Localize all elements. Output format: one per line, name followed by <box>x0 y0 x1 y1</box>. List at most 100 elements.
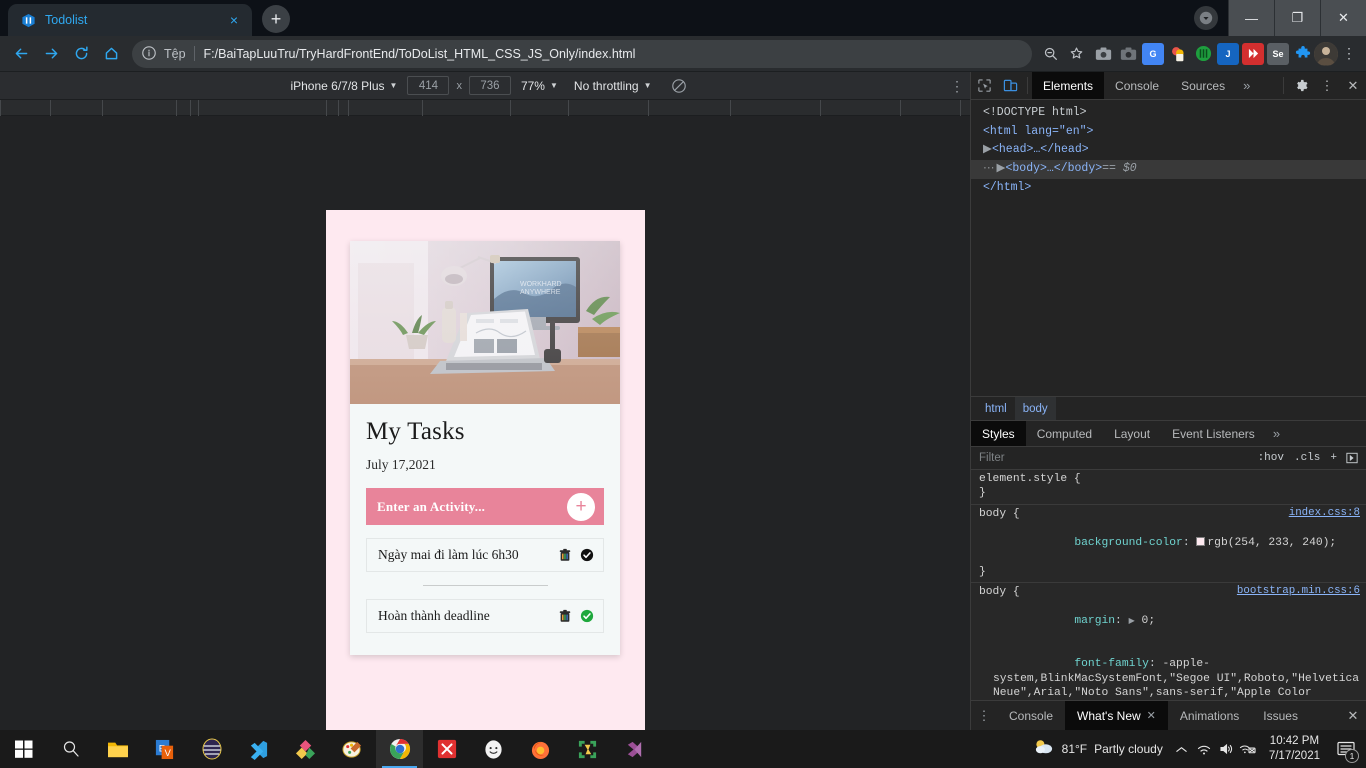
vs-code-icon[interactable] <box>235 730 282 768</box>
rule-source-link[interactable]: index.css:8 <box>1289 507 1360 521</box>
diamond-app-icon[interactable] <box>282 730 329 768</box>
tab-styles[interactable]: Styles <box>971 421 1026 446</box>
expand-arrow-icon[interactable]: ▶ <box>983 142 992 159</box>
firefox-icon[interactable] <box>517 730 564 768</box>
camera-extension-icon[interactable] <box>1117 43 1139 65</box>
task-item[interactable]: Hoàn thành deadline <box>366 599 604 633</box>
check-circle-icon[interactable] <box>579 609 594 624</box>
dom-line-html[interactable]: <html lang="en"> <box>971 123 1366 142</box>
search-icon[interactable] <box>47 730 94 768</box>
drawer-tab-animations[interactable]: Animations <box>1168 701 1251 730</box>
activity-input-row[interactable]: Enter an Activity... + <box>366 488 604 525</box>
task-item[interactable]: Ngày mai đi làm lúc 6h30 <box>366 538 604 572</box>
drawer-tab-issues[interactable]: Issues <box>1251 701 1310 730</box>
style-rule-element[interactable]: element.style { } <box>971 470 1366 505</box>
activity-input[interactable]: Enter an Activity... <box>377 499 485 515</box>
chevron-up-icon[interactable] <box>1171 730 1193 768</box>
cls-button[interactable]: .cls <box>1289 452 1325 464</box>
star-icon[interactable] <box>1064 42 1088 66</box>
file-explorer-icon[interactable] <box>94 730 141 768</box>
tab-console[interactable]: Console <box>1104 72 1170 99</box>
devtools-close-button[interactable]: ✕ <box>1340 72 1366 99</box>
devtools-menu-button[interactable]: ⋮ <box>1314 72 1340 99</box>
office-icon[interactable]: EV <box>141 730 188 768</box>
color-swatch[interactable] <box>1196 536 1206 546</box>
close-icon[interactable]: ✕ <box>1147 709 1156 722</box>
device-toolbar-menu[interactable]: ⋮ <box>950 72 964 100</box>
paint-icon[interactable] <box>329 730 376 768</box>
expand-arrow-icon[interactable]: ▶ <box>1129 617 1135 626</box>
dom-more-icon[interactable]: ⋯ <box>983 162 995 175</box>
inspect-element-icon[interactable] <box>971 72 997 99</box>
trash-icon[interactable] <box>557 548 572 563</box>
device-height-input[interactable]: 736 <box>468 76 511 95</box>
green-extension-icon[interactable] <box>1192 43 1214 65</box>
screenshot-extension-icon[interactable] <box>1092 43 1114 65</box>
notification-icon[interactable]: 1 <box>1330 730 1362 768</box>
drawer-tab-console[interactable]: Console <box>997 701 1065 730</box>
oval-app-icon[interactable] <box>188 730 235 768</box>
red-x-app-icon[interactable] <box>423 730 470 768</box>
wifi-icon[interactable] <box>1193 730 1215 768</box>
selenium-extension-icon[interactable]: Se <box>1267 42 1289 65</box>
device-width-input[interactable]: 414 <box>407 76 450 95</box>
start-button[interactable] <box>0 730 47 768</box>
clock[interactable]: 10:42 PM 7/17/2021 <box>1259 734 1330 764</box>
tab-event-listeners[interactable]: Event Listeners <box>1161 421 1266 446</box>
drawer-tab-whats-new[interactable]: What's New ✕ <box>1065 701 1168 730</box>
info-icon[interactable] <box>141 45 158 62</box>
red-forward-extension-icon[interactable] <box>1242 42 1264 65</box>
zoom-out-icon[interactable] <box>1038 42 1062 66</box>
network-icon[interactable] <box>1237 730 1259 768</box>
dom-line-body[interactable]: ⋯ ▶<body>…</body>== $0 <box>971 160 1366 179</box>
add-task-button[interactable]: + <box>566 491 596 522</box>
browser-tab[interactable]: Todolist × <box>8 4 252 36</box>
toggle-sidebar-icon[interactable] <box>1342 452 1362 464</box>
breadcrumb-item-body[interactable]: body <box>1014 397 1056 420</box>
weather-widget[interactable]: 81°F Partly cloudy <box>1025 738 1171 761</box>
filter-input[interactable]: Filter <box>979 452 1253 464</box>
tab-close-icon[interactable]: × <box>226 12 242 28</box>
toggle-device-toolbar-icon[interactable] <box>997 72 1023 99</box>
visual-studio-icon[interactable] <box>611 730 658 768</box>
google-translate-extension-icon[interactable]: G <box>1142 42 1164 65</box>
home-button[interactable] <box>96 39 126 69</box>
declaration-font-family[interactable]: font-family: -apple-system,BlinkMacSyste… <box>971 643 1366 700</box>
throttling-select[interactable]: No throttling ▼ <box>568 79 658 93</box>
download-indicator[interactable] <box>1184 0 1228 36</box>
gear-icon[interactable] <box>1288 72 1314 99</box>
tab-elements[interactable]: Elements <box>1032 72 1105 99</box>
tab-computed[interactable]: Computed <box>1026 421 1103 446</box>
declaration-background-color[interactable]: background-color: rgb(254, 233, 240); <box>971 521 1366 564</box>
dom-line-html-close[interactable]: </html> <box>971 179 1366 198</box>
rotate-icon[interactable] <box>668 78 690 94</box>
declaration-margin[interactable]: margin: ▶ 0; <box>971 600 1366 643</box>
dom-line-doctype[interactable]: <!DOCTYPE html> <box>971 104 1366 123</box>
back-button[interactable] <box>6 39 36 69</box>
puzzle-extensions-icon[interactable] <box>1292 43 1314 65</box>
chrome-icon[interactable] <box>376 730 423 768</box>
minimize-button[interactable]: — <box>1228 0 1274 36</box>
more-tabs-button[interactable]: » <box>1236 72 1257 99</box>
style-rule-body-index[interactable]: body { index.css:8 background-color: rgb… <box>971 505 1366 584</box>
breadcrumb-item-html[interactable]: html <box>977 397 1015 420</box>
expand-arrow-icon[interactable]: ▶ <box>997 161 1006 178</box>
hov-button[interactable]: :hov <box>1253 452 1289 464</box>
volume-icon[interactable] <box>1215 730 1237 768</box>
new-tab-button[interactable]: + <box>262 5 290 33</box>
reload-button[interactable] <box>66 39 96 69</box>
browser-menu-button[interactable]: ⋮ <box>1338 45 1360 62</box>
tab-sources[interactable]: Sources <box>1170 72 1236 99</box>
more-style-tabs-button[interactable]: » <box>1266 421 1287 446</box>
color-picker-extension-icon[interactable] <box>1167 43 1189 65</box>
drawer-close-button[interactable]: ✕ <box>1340 701 1366 730</box>
new-style-rule-button[interactable]: + <box>1325 452 1342 464</box>
device-zoom-select[interactable]: 77% ▼ <box>511 79 568 93</box>
rule-source-link[interactable]: bootstrap.min.css:6 <box>1237 585 1360 599</box>
user-avatar[interactable] <box>1314 41 1338 66</box>
check-circle-icon[interactable] <box>579 548 594 563</box>
dom-line-head[interactable]: ▶<head>…</head> <box>971 141 1366 160</box>
trash-icon[interactable] <box>557 609 572 624</box>
smiley-app-icon[interactable] <box>470 730 517 768</box>
forward-button[interactable] <box>36 39 66 69</box>
